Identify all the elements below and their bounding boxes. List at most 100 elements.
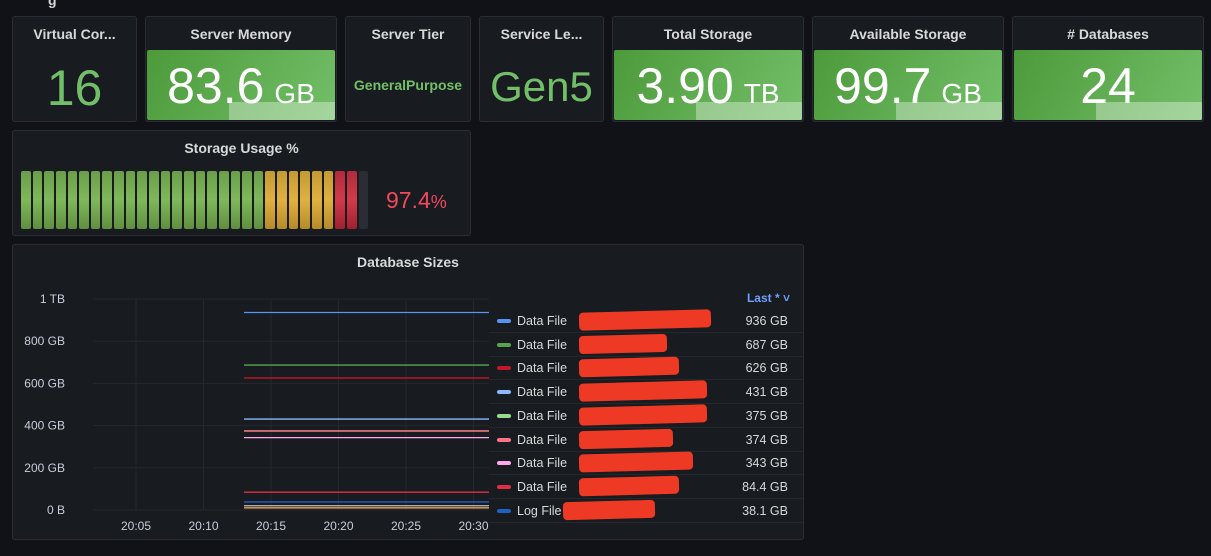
x-tick-label: 20:20	[323, 519, 353, 533]
server-memory-panel: Server Memory 83.6 GB	[145, 16, 337, 122]
legend-color-swatch	[497, 508, 511, 513]
legend-color-swatch	[497, 413, 511, 418]
legend-item-name: Data File	[517, 432, 568, 447]
legend-item-name: Data File	[517, 408, 568, 423]
server-tier-value: GeneralPurpose	[353, 77, 463, 93]
y-tick-label: 1 TB	[40, 292, 65, 306]
redaction-mark	[578, 333, 668, 354]
gauge-cell	[312, 171, 322, 229]
legend-item-name: Data File	[517, 479, 568, 494]
redaction-mark	[562, 499, 656, 520]
legend-item[interactable]: Data File 84.4 GB	[489, 475, 803, 499]
x-tick-label: 20:10	[188, 519, 218, 533]
gauge-cell	[300, 171, 311, 229]
redaction-mark	[578, 357, 680, 378]
gauge-cell	[125, 171, 136, 229]
legend-item[interactable]: Data File 431 GB	[489, 380, 803, 405]
gauge-cell	[137, 171, 148, 229]
y-tick-label: 400 GB	[24, 419, 65, 433]
x-tick-label: 20:05	[121, 519, 151, 533]
panel-title: Virtual Cor...	[33, 26, 116, 42]
x-tick-label: 20:25	[391, 519, 421, 533]
legend-item-value: 38.1 GB	[742, 503, 788, 518]
gauge-cell	[346, 171, 357, 229]
legend-item-value: 936 GB	[745, 314, 788, 328]
legend-item-value: 431 GB	[745, 385, 788, 400]
gauge-cell	[44, 171, 54, 229]
gauge-cell	[102, 171, 113, 229]
redaction-mark	[578, 475, 680, 497]
server-memory-value: 83.6	[167, 58, 265, 114]
stat-value: 16	[13, 59, 136, 117]
gauge-cell	[79, 171, 89, 229]
x-tick-label: 20:30	[458, 519, 488, 533]
legend-sort-header[interactable]: Last * ˅	[747, 291, 790, 305]
gauge-cell	[253, 171, 264, 229]
service-level-panel: Service Le... Gen5	[479, 16, 604, 122]
gauge-cell	[277, 171, 287, 229]
x-tick-label: 20:15	[256, 519, 286, 533]
legend-color-swatch	[497, 366, 511, 371]
panel-title: Total Storage	[663, 26, 753, 42]
panel-title: Available Storage	[849, 26, 967, 42]
panel-title: Server Tier	[371, 26, 445, 42]
chart-legend: Last * ˅ Data File 936 GB Data File 687 GB D…	[489, 285, 803, 537]
gauge-cell	[265, 171, 276, 229]
redaction-mark	[578, 380, 708, 402]
available-storage-unit: GB	[941, 78, 982, 109]
legend-item[interactable]: Log File 38.1 GB	[489, 499, 803, 523]
gauge-cell	[218, 171, 229, 229]
legend-color-swatch	[497, 484, 511, 489]
gauge-cell	[172, 171, 182, 229]
gauge-cell	[55, 171, 66, 229]
legend-color-swatch	[497, 342, 511, 347]
stat-value: 3.90 TB	[613, 57, 803, 115]
gauge-cell	[242, 171, 252, 229]
gauge-cell	[149, 171, 159, 229]
legend-item[interactable]: Data File 936 GB	[489, 309, 803, 333]
stat-value: 24	[1013, 57, 1203, 115]
gauge-cell	[32, 171, 43, 229]
gauge-cell	[358, 171, 369, 229]
legend-item-value: 343 GB	[745, 456, 788, 471]
legend-color-swatch	[497, 390, 511, 395]
legend-item[interactable]: Data File 626 GB	[489, 356, 803, 381]
redaction-mark	[578, 309, 712, 331]
legend-item-value: 687 GB	[745, 337, 788, 352]
legend-item[interactable]: Data File 374 GB	[489, 428, 803, 452]
legend-item-name: Data File	[517, 314, 568, 328]
databases-count-panel: # Databases 24	[1012, 16, 1204, 122]
database-sizes-panel: Database Sizes 1 TB 800 GB 600 GB 400 GB 200…	[12, 244, 804, 540]
y-tick-label: 600 GB	[24, 376, 65, 390]
legend-item[interactable]: Data File 375 GB	[489, 404, 803, 428]
y-tick-label: 200 GB	[24, 461, 65, 475]
stat-value: 99.7 GB	[813, 57, 1003, 115]
legend-color-swatch	[497, 319, 511, 323]
gauge-cell	[67, 171, 78, 229]
legend-item[interactable]: Data File 687 GB	[489, 333, 803, 357]
gauge-cell	[21, 171, 31, 229]
legend-color-swatch	[497, 437, 511, 442]
server-tier-panel: Server Tier GeneralPurpose	[345, 16, 471, 122]
redaction-mark	[578, 428, 674, 449]
redaction-mark	[578, 404, 708, 426]
panel-title: # Databases	[1067, 26, 1149, 42]
total-storage-panel: Total Storage 3.90 TB	[612, 16, 804, 122]
total-storage-value: 3.90	[636, 58, 734, 114]
available-storage-value: 99.7	[834, 58, 932, 114]
gauge-cell	[207, 171, 217, 229]
panel-title: Server Memory	[190, 26, 292, 42]
legend-item-name: Log File	[517, 503, 562, 518]
available-storage-panel: Available Storage 99.7 GB	[812, 16, 1004, 122]
stat-value: 83.6 GB	[146, 57, 336, 115]
storage-usage-value: 97.4%	[386, 187, 447, 214]
legend-item-value: 375 GB	[745, 408, 788, 423]
stat-value: GeneralPurpose	[346, 77, 470, 93]
section-header-fragment: g	[48, 0, 57, 8]
gauge-cell	[195, 171, 206, 229]
bar-gauge	[21, 171, 369, 229]
virtual-cores-panel: Virtual Cor... 16	[12, 16, 137, 122]
legend-item[interactable]: Data File 343 GB	[489, 451, 803, 476]
legend-item-name: Data File	[517, 361, 568, 376]
redaction-mark	[578, 451, 694, 473]
